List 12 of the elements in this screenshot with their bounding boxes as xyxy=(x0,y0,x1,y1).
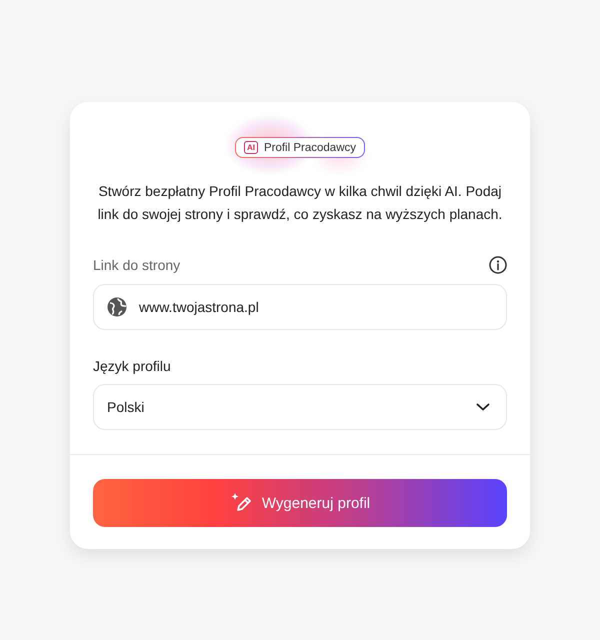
chevron-down-icon xyxy=(476,403,490,411)
badge-label: Profil Pracodawcy xyxy=(264,142,356,154)
url-input-field[interactable]: www.twojastrona.pl xyxy=(93,284,507,330)
info-icon[interactable] xyxy=(489,256,507,274)
magic-pencil-icon xyxy=(230,492,252,514)
language-dropdown[interactable]: Polski xyxy=(93,384,507,430)
globe-icon xyxy=(107,297,127,317)
field-label: Link do strony xyxy=(93,257,180,273)
description: Stwórz bezpłatny Profil Pracodawcy w kilka chwil dzięki AI. Podaj link do swojej strony i sprawdź, co zyskasz na wyższych planach. xyxy=(96,182,504,224)
generate-profile-button[interactable]: Wygeneruj profil xyxy=(93,479,507,527)
ai-icon: AI xyxy=(244,141,258,154)
field-label: Język profilu xyxy=(93,358,171,374)
